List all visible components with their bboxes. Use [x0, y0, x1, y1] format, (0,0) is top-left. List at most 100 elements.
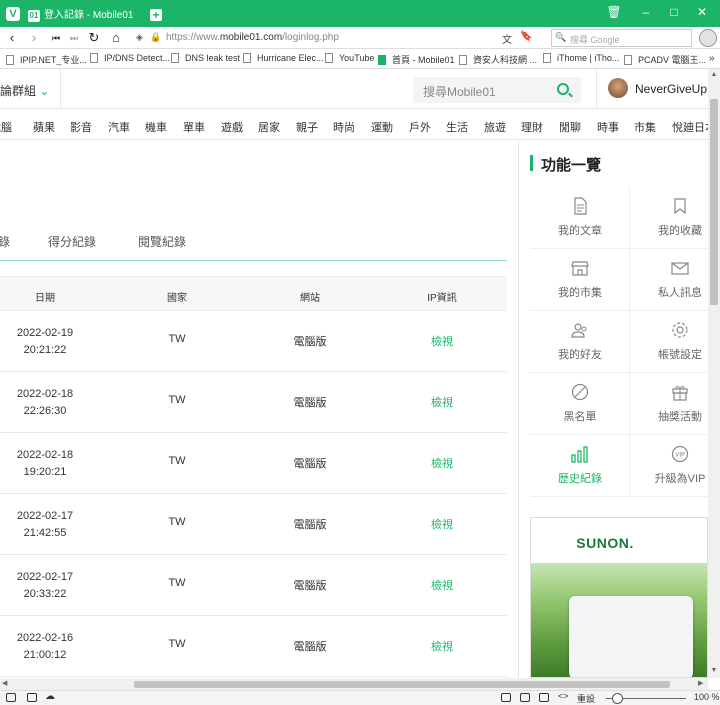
sidebar-item-my-friends[interactable]: 我的好友 — [530, 311, 630, 373]
group-selector[interactable]: 討論群組 ⌄ — [0, 82, 49, 99]
sidebar-item-blacklist[interactable]: 黑名單 — [530, 373, 630, 435]
column-header-country: 國家 — [167, 293, 187, 304]
view-ip-link[interactable]: 檢視 — [407, 516, 477, 532]
zoom-reset-button[interactable]: 重設 — [577, 692, 595, 705]
view-ip-link[interactable]: 檢視 — [407, 455, 477, 471]
sidebar-item-my-favorites[interactable]: 我的收藏 — [630, 187, 720, 249]
new-tab-button[interactable]: + — [150, 9, 162, 21]
category-link[interactable]: 遊戲 — [221, 119, 243, 135]
forward-button[interactable]: › — [26, 29, 42, 47]
site-search-input[interactable]: 搜尋Mobile01 — [413, 77, 581, 103]
category-link[interactable]: 時事 — [597, 119, 619, 135]
rewind-button[interactable]: ⏮ — [48, 29, 64, 47]
back-button[interactable]: ‹ — [4, 29, 20, 47]
view-ip-link[interactable]: 檢視 — [407, 333, 477, 349]
category-link[interactable]: 機車 — [145, 119, 167, 135]
sidebar-item-label: 私人訊息 — [658, 287, 702, 299]
site-cell: 電腦版 — [293, 397, 327, 409]
url-field[interactable]: ◈ 🔒 https://www.mobile01.com/loginlog.ph… — [132, 29, 542, 47]
category-link[interactable]: 閒聊 — [559, 119, 581, 135]
browser-tab[interactable]: 01 登入記錄 - Mobile01 — [26, 5, 142, 27]
table-row: 2022-02-18 22:26:30 TW 電腦版 檢視 — [0, 372, 507, 433]
more-bookmarks-icon[interactable]: » — [709, 53, 715, 64]
bookmark-item[interactable]: YouTube — [325, 53, 374, 63]
tab-login-records[interactable]: 錄 — [0, 233, 10, 250]
sidebar-item-my-market[interactable]: 我的市集 — [530, 249, 630, 311]
zoom-slider-handle[interactable] — [612, 693, 623, 704]
mobile01-favicon-icon: 01 — [28, 10, 40, 22]
scroll-left-icon[interactable]: ◀ — [2, 678, 7, 690]
category-link[interactable]: 電腦 — [0, 119, 12, 135]
trash-icon[interactable]: 🗑 — [604, 5, 624, 19]
cloud-sync-icon[interactable]: ☁ — [45, 691, 55, 702]
image-toggle-icon[interactable] — [539, 693, 549, 702]
scroll-right-icon[interactable]: ▶ — [698, 678, 703, 690]
lock-icon[interactable]: 🔒 — [150, 32, 161, 43]
category-link[interactable]: 戶外 — [409, 119, 431, 135]
bookmark-item[interactable]: PCADV 電腦王... — [624, 53, 706, 66]
vivaldi-logo-icon[interactable]: V — [6, 7, 20, 21]
category-link[interactable]: 市集 — [634, 119, 656, 135]
sidebar-item-upgrade-vip[interactable]: VIP 升級為VIP — [630, 435, 720, 497]
category-link[interactable]: 汽車 — [108, 119, 130, 135]
bookmark-item[interactable]: IPIP.NET_专业... — [6, 53, 87, 66]
fast-forward-button[interactable]: ⏭ — [66, 29, 82, 47]
close-window-button[interactable]: ✕ — [692, 5, 712, 19]
vertical-scrollbar[interactable]: ▲ ▼ — [708, 69, 720, 678]
category-link[interactable]: 親子 — [296, 119, 318, 135]
tab-tiling-icon[interactable] — [520, 693, 530, 702]
category-link[interactable]: 旅遊 — [484, 119, 506, 135]
tab-view-records[interactable]: 閱覽紀錄 — [138, 233, 186, 250]
bookmark-item[interactable]: Hurricane Elec... — [243, 53, 324, 63]
bookmark-item[interactable]: iThome | iTho... — [543, 53, 619, 63]
sidebar-item-account-settings[interactable]: 帳號設定 — [630, 311, 720, 373]
username[interactable]: NeverGiveUp!! — [635, 82, 714, 96]
section-marker — [530, 155, 533, 171]
date-cell: 2022-02-17 21:42:55 — [16, 510, 74, 539]
profile-avatar[interactable] — [699, 29, 717, 47]
view-ip-link[interactable]: 檢視 — [407, 394, 477, 410]
category-link[interactable]: 生活 — [446, 119, 468, 135]
home-icon[interactable]: ⌂ — [108, 29, 124, 47]
bookmark-item[interactable]: 首頁 - Mobile01 — [378, 53, 455, 66]
category-link[interactable]: 居家 — [258, 119, 280, 135]
category-link[interactable]: 時尚 — [333, 119, 355, 135]
horizontal-scrollbar[interactable]: ◀ ▶ — [0, 678, 708, 690]
search-icon[interactable] — [557, 83, 569, 95]
function-grid: 我的文章 我的收藏 我的市集 私人訊息 我的好友 帳號設定 黑名單 抽獎活動 歷… — [530, 187, 720, 507]
bookmark-item[interactable]: IP/DNS Detect... — [90, 53, 170, 63]
category-link[interactable]: 運動 — [371, 119, 393, 135]
bookmark-page-icon[interactable]: 🔖 — [520, 31, 532, 42]
scrollbar-thumb[interactable] — [134, 681, 670, 688]
capture-icon[interactable] — [501, 693, 511, 702]
maximize-button[interactable]: □ — [664, 5, 684, 19]
advertisement-banner[interactable]: SUNON. — [530, 517, 708, 678]
sidebar-item-my-articles[interactable]: 我的文章 — [530, 187, 630, 249]
gift-icon — [672, 386, 688, 401]
scrollbar-thumb[interactable] — [710, 99, 718, 305]
scroll-down-icon[interactable]: ▼ — [708, 667, 720, 674]
bookmark-item[interactable]: 資安人科技網 ... — [459, 53, 537, 66]
reload-button[interactable]: ↻ — [86, 29, 102, 47]
sidebar-item-private-messages[interactable]: 私人訊息 — [630, 249, 720, 311]
translate-icon[interactable]: 文 — [502, 31, 512, 46]
date-cell: 2022-02-16 21:00:12 — [16, 632, 74, 661]
category-link[interactable]: 理財 — [521, 119, 543, 135]
search-engine-field[interactable]: 🔍 搜尋 Google — [551, 29, 692, 47]
view-ip-link[interactable]: 檢視 — [407, 577, 477, 593]
avatar[interactable] — [608, 78, 628, 98]
bookmark-item[interactable]: DNS leak test — [171, 53, 240, 63]
sidebar-item-history[interactable]: 歷史紀錄 — [530, 435, 630, 497]
page-actions-icon[interactable]: <> — [558, 691, 569, 701]
scroll-up-icon[interactable]: ▲ — [708, 71, 720, 78]
category-link[interactable]: 蘋果 — [33, 119, 55, 135]
tile-tabs-icon[interactable] — [27, 693, 37, 702]
shield-icon[interactable]: ◈ — [136, 32, 143, 43]
panel-toggle-icon[interactable] — [6, 693, 16, 702]
sidebar-item-lottery[interactable]: 抽獎活動 — [630, 373, 720, 435]
category-link[interactable]: 單車 — [183, 119, 205, 135]
tab-score-records[interactable]: 得分紀錄 — [48, 233, 96, 250]
category-link[interactable]: 影音 — [70, 119, 92, 135]
view-ip-link[interactable]: 檢視 — [407, 638, 477, 654]
minimize-button[interactable]: – — [636, 5, 656, 19]
